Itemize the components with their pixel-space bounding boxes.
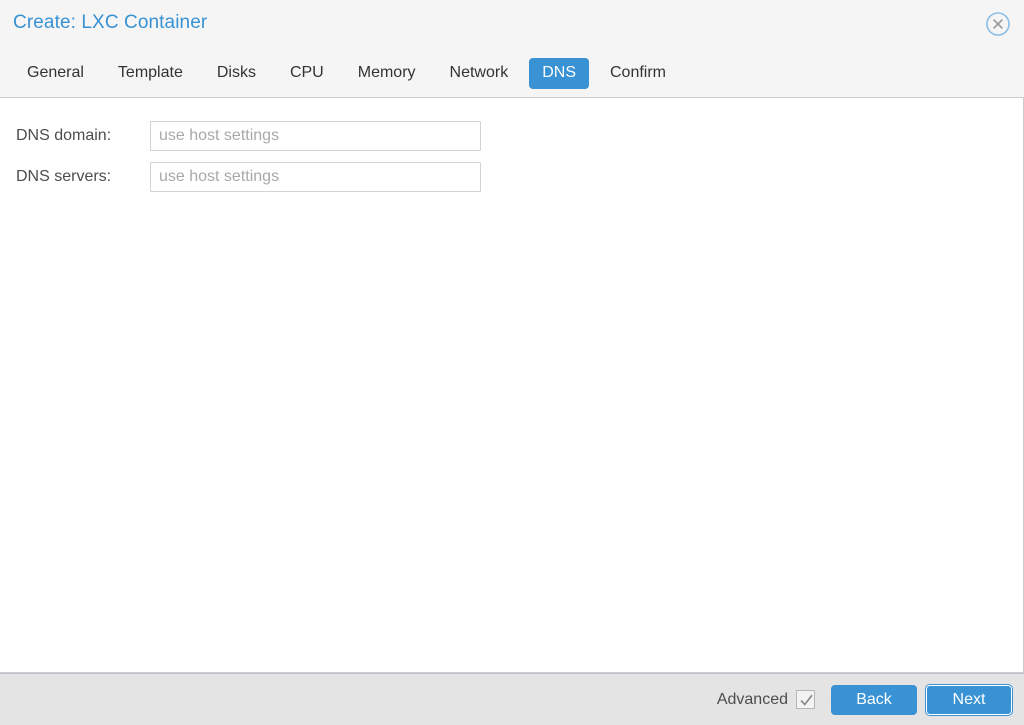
wizard-tabbar: General Template Disks CPU Memory Networ… <box>0 50 1024 98</box>
dns-servers-input[interactable] <box>150 161 481 192</box>
dialog-titlebar: Create: LXC Container <box>0 0 1024 50</box>
dns-servers-label: DNS servers: <box>16 167 112 185</box>
tab-dns[interactable]: DNS <box>529 58 589 89</box>
dns-domain-input[interactable] <box>150 120 481 151</box>
tab-memory[interactable]: Memory <box>345 58 429 89</box>
tab-network[interactable]: Network <box>437 58 522 89</box>
dns-domain-row: DNS domain: <box>0 115 1023 156</box>
tab-confirm[interactable]: Confirm <box>597 58 679 89</box>
next-button[interactable]: Next <box>926 684 1012 715</box>
back-button[interactable]: Back <box>831 684 917 715</box>
tab-disks[interactable]: Disks <box>204 58 269 89</box>
tab-general[interactable]: General <box>14 58 97 89</box>
close-icon[interactable] <box>985 11 1011 37</box>
dns-servers-row: DNS servers: <box>0 156 1023 197</box>
tab-template[interactable]: Template <box>105 58 196 89</box>
create-lxc-container-dialog: Create: LXC Container General Template D… <box>0 0 1024 725</box>
advanced-label: Advanced <box>716 690 788 708</box>
advanced-checkbox[interactable] <box>796 690 815 709</box>
dialog-footer: Advanced Back Next <box>0 673 1024 725</box>
tab-cpu[interactable]: CPU <box>277 58 337 89</box>
dns-domain-label: DNS domain: <box>16 126 112 144</box>
dns-form: DNS domain: DNS servers: <box>0 98 1023 197</box>
page-title: Create: LXC Container <box>13 12 208 33</box>
dns-settings-panel: DNS domain: DNS servers: <box>0 98 1024 673</box>
